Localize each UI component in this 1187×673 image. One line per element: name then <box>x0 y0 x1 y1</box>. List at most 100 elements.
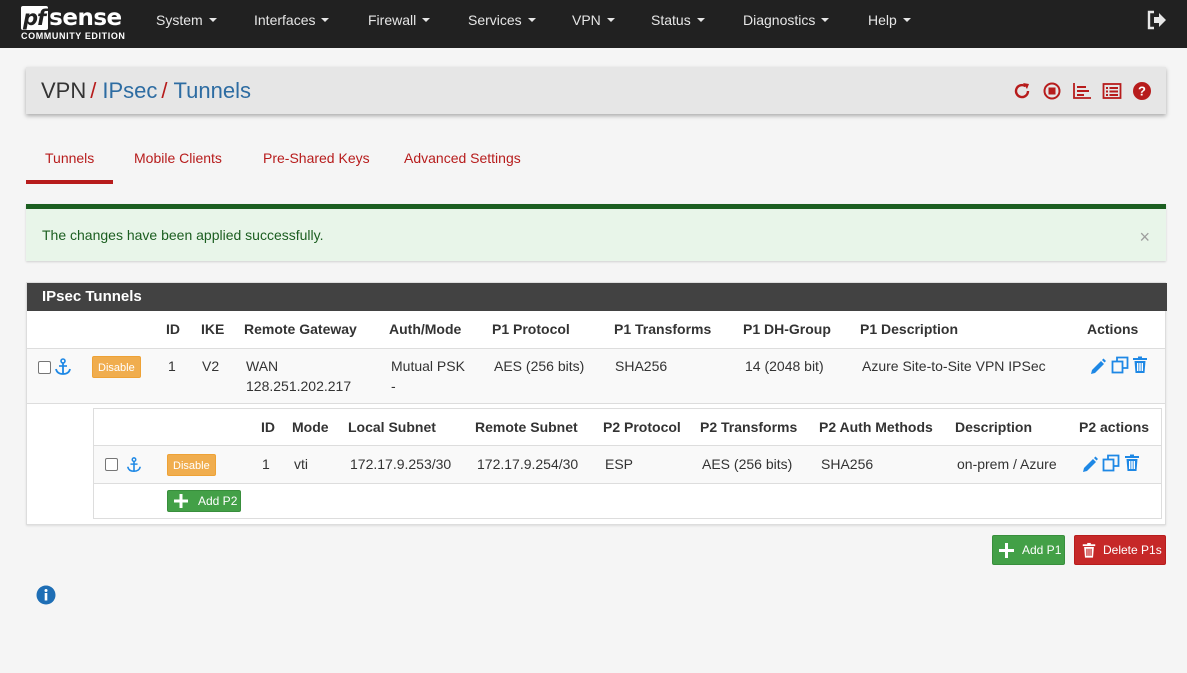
breadcrumb-tunnels-link[interactable]: Tunnels <box>174 78 251 103</box>
nav-system[interactable]: System <box>156 0 217 48</box>
caret-down-icon <box>527 18 536 23</box>
tab-pre-shared-keys[interactable]: Pre-Shared Keys <box>263 140 370 184</box>
col-p2-mode: Mode <box>292 419 329 435</box>
restart-icon[interactable] <box>1012 81 1032 101</box>
nav-diagnostics[interactable]: Diagnostics <box>743 0 830 48</box>
col-local-subnet: Local Subnet <box>348 419 436 435</box>
tab-bar: Tunnels Mobile Clients Pre-Shared Keys A… <box>26 140 1166 184</box>
copy-icon[interactable] <box>1111 356 1129 374</box>
trash-icon[interactable] <box>1131 356 1149 374</box>
p2-mode: vti <box>294 456 308 472</box>
p1-select-checkbox[interactable] <box>38 361 51 374</box>
tab-mobile-clients[interactable]: Mobile Clients <box>134 140 222 184</box>
breadcrumb-icons: ? <box>1012 81 1152 101</box>
p1-remote-gateway-interface: WAN <box>246 358 279 374</box>
p2-table-header: ID Mode Local Subnet Remote Subnet P2 Pr… <box>94 409 1161 446</box>
p2-disable-button[interactable]: Disable <box>167 454 216 476</box>
col-p2-description: Description <box>955 419 1033 435</box>
trash-icon <box>1081 542 1097 559</box>
add-p1-label: Add P1 <box>1022 543 1062 557</box>
breadcrumb-ipsec-link[interactable]: IPsec <box>102 78 157 103</box>
col-p1-transforms: P1 Transforms <box>614 321 712 337</box>
caret-down-icon <box>902 18 911 23</box>
p1-auth-mode: Mutual PSK <box>391 358 465 374</box>
tab-tunnels[interactable]: Tunnels <box>26 140 113 184</box>
p1-transforms: SHA256 <box>615 358 668 374</box>
nav-help[interactable]: Help <box>868 0 911 48</box>
col-auth-mode: Auth/Mode <box>389 321 462 337</box>
p2-select-checkbox[interactable] <box>105 458 118 471</box>
nav-status-label: Status <box>651 12 691 28</box>
nav-firewall[interactable]: Firewall <box>368 0 431 48</box>
col-p1-protocol: P1 Protocol <box>492 321 570 337</box>
p1-dh-group: 14 (2048 bit) <box>745 358 824 374</box>
col-p2-auth-methods: P2 Auth Methods <box>819 419 933 435</box>
log-list-icon[interactable] <box>1102 81 1122 101</box>
p2-local-subnet: 172.17.9.253/30 <box>350 456 452 472</box>
logo-pf: pf <box>21 6 49 30</box>
delete-p1s-button[interactable]: Delete P1s <box>1074 535 1166 565</box>
nav-interfaces[interactable]: Interfaces <box>254 0 330 48</box>
col-p1-description: P1 Description <box>860 321 959 337</box>
plus-icon <box>174 494 188 508</box>
breadcrumb-separator: / <box>161 78 168 103</box>
nav-diagnostics-label: Diagnostics <box>743 12 816 28</box>
svg-text:?: ? <box>1138 84 1146 99</box>
nav-help-label: Help <box>868 12 897 28</box>
nav-services-label: Services <box>468 12 522 28</box>
breadcrumb-vpn: VPN <box>41 78 87 103</box>
edit-pencil-icon[interactable] <box>1089 357 1107 375</box>
sign-out-icon[interactable] <box>1146 10 1168 30</box>
logo-sense: sense <box>49 5 122 31</box>
col-ike: IKE <box>201 321 225 337</box>
stop-icon[interactable] <box>1042 81 1062 101</box>
anchor-icon[interactable] <box>54 358 72 376</box>
caret-down-icon <box>422 18 431 23</box>
col-remote-gateway: Remote Gateway <box>244 321 357 337</box>
top-navbar: pf sense COMMUNITY EDITION System Interfa… <box>0 0 1187 48</box>
breadcrumb-separator: / <box>90 78 97 103</box>
copy-icon[interactable] <box>1102 454 1120 472</box>
success-alert: The changes have been applied successful… <box>26 204 1166 261</box>
add-p1-button[interactable]: Add P1 <box>992 535 1065 565</box>
p1-disable-button[interactable]: Disable <box>92 356 141 378</box>
nav-status[interactable]: Status <box>651 0 705 48</box>
p2-auth-methods: SHA256 <box>821 456 874 472</box>
help-icon[interactable]: ? <box>1132 81 1152 101</box>
p1-auth-mode-extra: - <box>391 378 396 394</box>
chart-icon[interactable] <box>1072 81 1092 101</box>
p1-table-row: Disable 1 V2 WAN 128.251.202.217 Mutual … <box>27 349 1165 404</box>
col-p1-dh-group: P1 DH-Group <box>743 321 831 337</box>
col-p2-protocol: P2 Protocol <box>603 419 681 435</box>
add-p2-button[interactable]: Add P2 <box>167 490 241 512</box>
nav-services[interactable]: Services <box>468 0 536 48</box>
panel-title: IPsec Tunnels <box>27 283 1167 311</box>
pfsense-logo[interactable]: pf sense COMMUNITY EDITION <box>21 4 131 44</box>
tab-advanced-settings[interactable]: Advanced Settings <box>404 140 521 184</box>
nav-firewall-label: Firewall <box>368 12 417 28</box>
caret-down-icon <box>696 18 705 23</box>
p2-remote-subnet: 172.17.9.254/30 <box>477 456 579 472</box>
info-icon[interactable] <box>36 585 56 605</box>
caret-down-icon <box>821 18 830 23</box>
p1-table-header: ID IKE Remote Gateway Auth/Mode P1 Proto… <box>27 311 1165 349</box>
add-p2-label: Add P2 <box>198 494 238 508</box>
trash-icon[interactable] <box>1123 454 1141 472</box>
breadcrumb: VPN / IPsec / Tunnels <box>41 67 251 114</box>
nav-vpn-label: VPN <box>572 12 601 28</box>
anchor-icon[interactable] <box>126 457 142 473</box>
caret-down-icon <box>321 18 330 23</box>
edit-pencil-icon[interactable] <box>1081 455 1099 473</box>
plus-icon <box>999 543 1014 558</box>
p1-description: Azure Site-to-Site VPN IPSec <box>862 358 1046 374</box>
delete-p1s-label: Delete P1s <box>1103 543 1162 557</box>
col-p2-transforms: P2 Transforms <box>700 419 798 435</box>
p2-table: ID Mode Local Subnet Remote Subnet P2 Pr… <box>93 408 1162 519</box>
p2-protocol: ESP <box>605 456 634 472</box>
nav-vpn[interactable]: VPN <box>572 0 615 48</box>
caret-down-icon <box>208 18 217 23</box>
col-remote-subnet: Remote Subnet <box>475 419 578 435</box>
close-icon[interactable]: × <box>1139 228 1150 246</box>
nav-interfaces-label: Interfaces <box>254 12 316 28</box>
nav-system-label: System <box>156 12 203 28</box>
